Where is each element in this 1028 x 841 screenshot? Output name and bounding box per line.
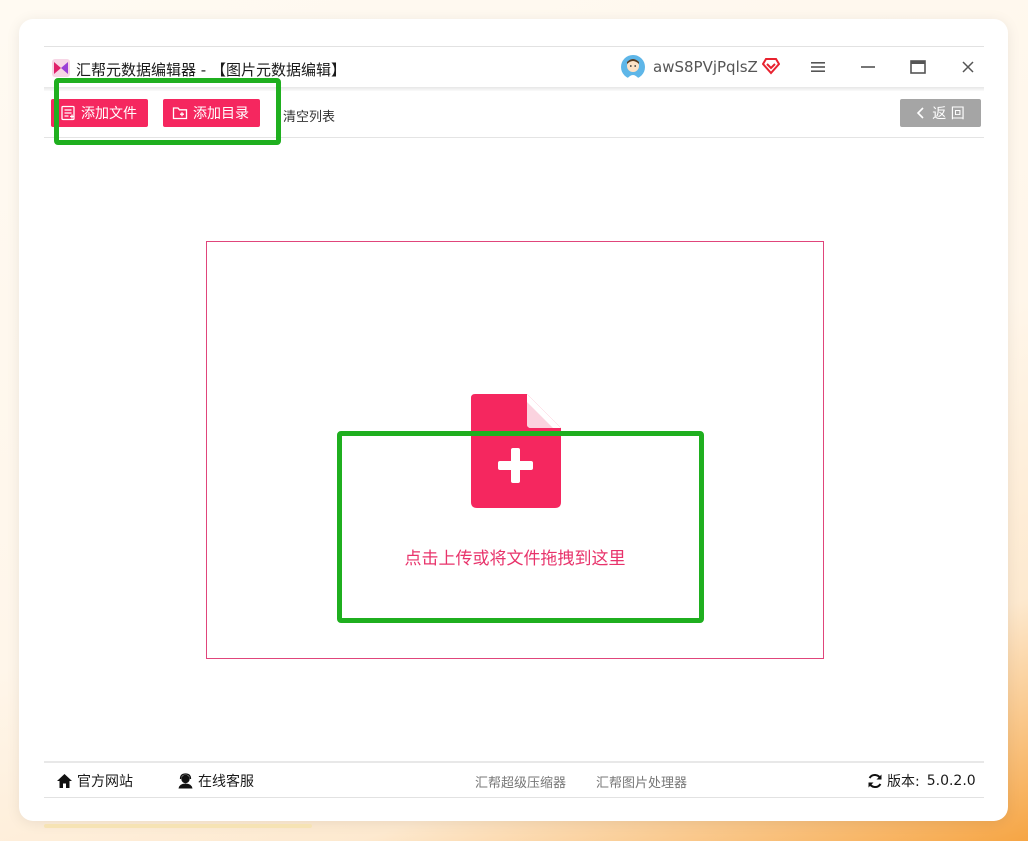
- clear-list-button[interactable]: 清空列表: [283, 106, 335, 125]
- close-icon[interactable]: [956, 55, 980, 79]
- menu-icon[interactable]: [806, 55, 830, 79]
- add-directory-button[interactable]: 添加目录: [163, 99, 260, 127]
- back-button[interactable]: 返 回: [900, 99, 981, 127]
- version-info: 版本: 5.0.2.0: [867, 771, 976, 791]
- maximize-icon[interactable]: [906, 55, 930, 79]
- vip-diamond-icon[interactable]: [762, 57, 780, 75]
- add-file-label: 添加文件: [81, 106, 137, 122]
- version-label: 版本:: [887, 774, 920, 790]
- online-support-label: 在线客服: [198, 774, 254, 790]
- minimize-icon[interactable]: [856, 55, 880, 79]
- home-icon: [57, 774, 72, 788]
- toolbar: 添加文件 添加目录 清空列表 返 回: [44, 91, 984, 138]
- avatar[interactable]: [621, 55, 645, 79]
- official-website-label: 官方网站: [77, 774, 133, 790]
- chevron-left-icon: [917, 107, 924, 119]
- add-file-button[interactable]: 添加文件: [51, 99, 148, 127]
- version-value: 5.0.2.0: [926, 773, 976, 789]
- file-drop-zone[interactable]: 点击上传或将文件拖拽到这里: [206, 241, 824, 659]
- back-label: 返 回: [932, 106, 965, 122]
- file-list-icon: [61, 105, 75, 121]
- drop-zone-text: 点击上传或将文件拖拽到这里: [404, 549, 626, 569]
- refresh-icon[interactable]: [867, 773, 883, 789]
- title-bar: 汇帮元数据编辑器 - 【图片元数据编辑】 awS8PVjPqlsZ: [44, 47, 984, 87]
- folder-add-icon: [172, 107, 188, 120]
- add-file-icon: [471, 394, 561, 508]
- footer-link-compressor[interactable]: 汇帮超级压缩器: [475, 772, 566, 791]
- online-support-link[interactable]: 在线客服: [177, 771, 254, 791]
- footer-link-image-processor[interactable]: 汇帮图片处理器: [596, 772, 687, 791]
- official-website-link[interactable]: 官方网站: [56, 771, 133, 791]
- username[interactable]: awS8PVjPqlsZ: [653, 58, 758, 76]
- customer-service-icon: [178, 773, 193, 789]
- footer: 官方网站 在线客服 汇帮超级压缩器 汇帮图片处理器 版本: 5.0.2.0: [44, 761, 984, 798]
- decorative-underline: [44, 824, 312, 828]
- add-directory-label: 添加目录: [193, 106, 249, 122]
- app-title: 汇帮元数据编辑器 - 【图片元数据编辑】: [76, 61, 346, 79]
- app-logo-icon: [52, 59, 70, 77]
- app-window: 汇帮元数据编辑器 - 【图片元数据编辑】 awS8PVjPqlsZ 添加文件 添…: [44, 46, 984, 798]
